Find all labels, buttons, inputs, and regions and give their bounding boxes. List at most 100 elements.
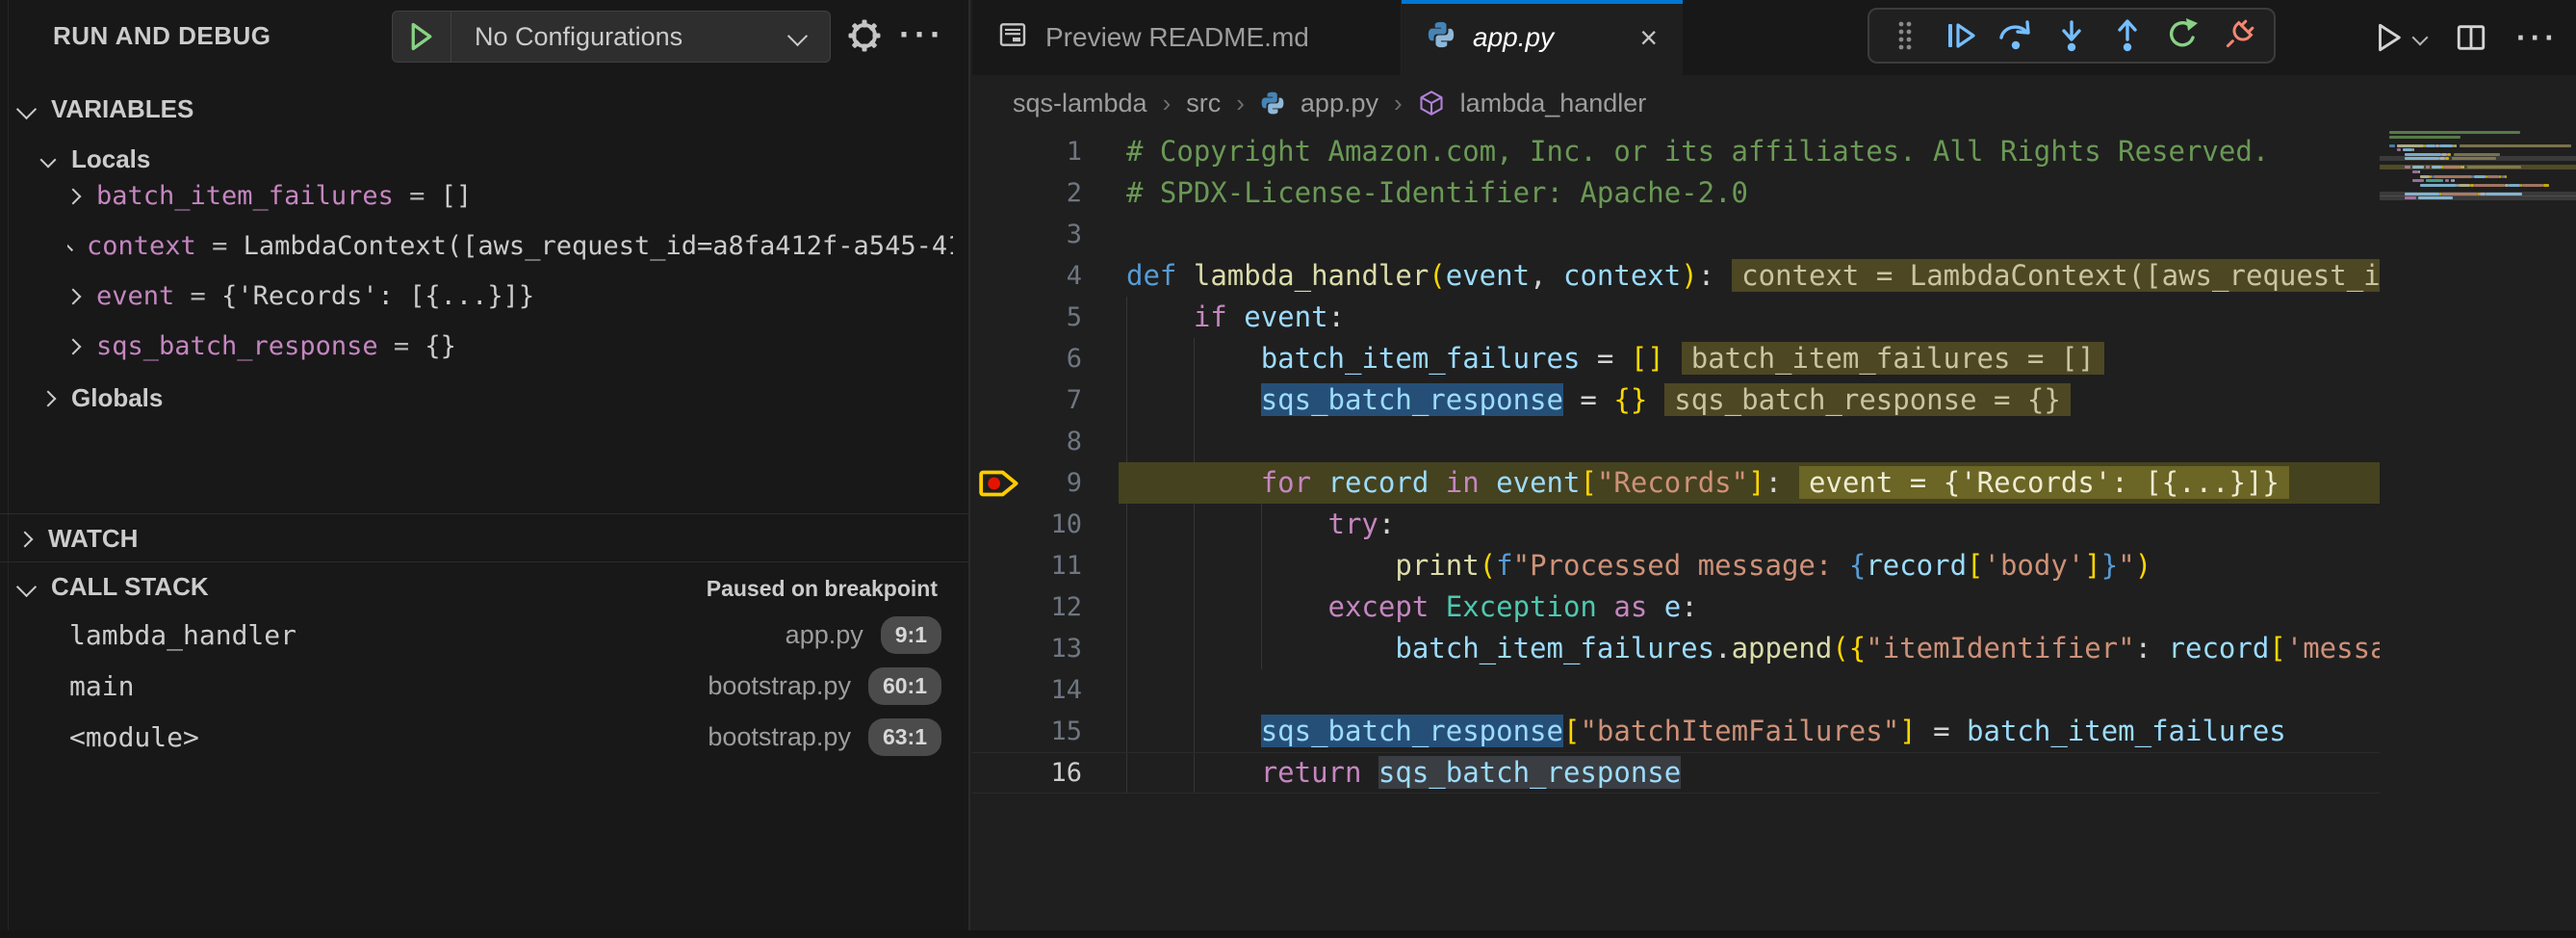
line-number: 11 [1027,545,1082,586]
breadcrumb-item[interactable]: src [1186,89,1221,118]
variable-row[interactable]: event = {'Records': [{...}]} [67,281,953,311]
paused-status-badge: Paused on breakpoint [707,576,938,602]
breakpoint-gutter[interactable] [972,338,1027,379]
code-text: def lambda_handler(event, context):conte… [1119,255,2380,297]
breakpoint-gutter[interactable] [972,669,1027,711]
code-text: sqs_batch_response = {}sqs_batch_respons… [1119,379,2380,421]
code-text: sqs_batch_response["batchItemFailures"] … [1119,711,2380,752]
code-text [1119,421,2380,462]
code-line-15[interactable]: 15 sqs_batch_response["batchItemFailures… [972,711,2380,752]
code-text: batch_item_failures = []batch_item_failu… [1119,338,2380,379]
more-actions-icon[interactable]: ··· [2516,22,2559,53]
breakpoint-gutter[interactable] [972,131,1027,172]
line-number: 13 [1027,628,1082,669]
call-stack-section-header[interactable]: CALL STACK [19,572,209,602]
editor-area: Preview README.md app.py × [972,0,2576,938]
breakpoint-gutter[interactable] [972,628,1027,669]
breakpoint-gutter[interactable] [972,711,1027,752]
drag-handle-icon[interactable] [1882,13,1928,59]
step-out-icon[interactable] [2104,13,2151,59]
code-line-14[interactable]: 14 [972,669,2380,711]
breakpoint-gutter[interactable] [972,214,1027,255]
globals-group[interactable]: Globals [42,383,163,413]
line-number: 16 [1027,752,1082,794]
code-line-10[interactable]: 10 try: [972,504,2380,545]
code-editor[interactable]: 1# Copyright Amazon.com, Inc. or its aff… [972,131,2380,805]
variable-row[interactable]: sqs_batch_response = {} [67,331,953,361]
code-line-11[interactable]: 11 print(f"Processed message: {record['b… [972,545,2380,586]
code-line-2[interactable]: 2# SPDX-License-Identifier: Apache-2.0 [972,172,2380,214]
breadcrumb-item[interactable]: lambda_handler [1460,89,1647,118]
breakpoint-gutter[interactable] [972,255,1027,297]
breakpoint-gutter[interactable] [972,752,1027,794]
line-number: 15 [1027,711,1082,752]
variables-section-header[interactable]: VARIABLES [19,94,193,124]
step-into-icon[interactable] [2048,13,2095,59]
tab-preview-readme[interactable]: Preview README.md [972,0,1402,75]
code-text: # Copyright Amazon.com, Inc. or its affi… [1119,131,2380,172]
debug-toolbar [1868,8,2276,64]
line-number: 5 [1027,297,1082,338]
split-editor-icon[interactable] [2455,21,2487,54]
inline-debug-value: context = LambdaContext([aws_request_id=… [1732,259,2380,292]
section-divider [0,513,970,514]
stack-frame[interactable]: <module> bootstrap.py 63:1 [69,712,941,762]
code-line-8[interactable]: 8 [972,421,2380,462]
config-dropdown-label: No Configurations [475,22,683,52]
stack-frame[interactable]: main bootstrap.py 60:1 [69,661,941,711]
code-line-12[interactable]: 12 except Exception as e: [972,586,2380,628]
code-line-9[interactable]: 9 for record in event["Records"]:event =… [972,462,2380,504]
chevron-down-icon[interactable] [2412,30,2429,46]
code-line-5[interactable]: 5 if event: [972,297,2380,338]
breadcrumb-item[interactable]: app.py [1301,89,1378,118]
code-line-13[interactable]: 13 batch_item_failures.append({"itemIden… [972,628,2380,669]
code-line-16[interactable]: 16 return sqs_batch_response [972,752,2380,794]
stack-frame[interactable]: lambda_handler app.py 9:1 [69,610,941,660]
locals-group[interactable]: Locals [42,144,150,174]
chevron-right-icon [67,338,81,354]
code-text: # SPDX-License-Identifier: Apache-2.0 [1119,172,2380,214]
gear-icon[interactable] [845,16,884,60]
breakpoint-gutter[interactable] [972,379,1027,421]
step-over-icon[interactable] [1993,13,2039,59]
variable-row[interactable]: batch_item_failures = [] [67,181,953,211]
line-number: 6 [1027,338,1082,379]
code-line-7[interactable]: 7 sqs_batch_response = {}sqs_batch_respo… [972,379,2380,421]
breakpoint-gutter[interactable] [972,297,1027,338]
code-line-1[interactable]: 1# Copyright Amazon.com, Inc. or its aff… [972,131,2380,172]
disconnect-icon[interactable] [2215,13,2261,59]
views-more-actions-icon[interactable]: ··· [899,17,945,52]
start-debugging-icon[interactable] [393,12,451,62]
code-text: batch_item_failures.append({"itemIdentif… [1119,628,2380,669]
code-line-4[interactable]: 4def lambda_handler(event, context):cont… [972,255,2380,297]
continue-icon[interactable] [1938,13,1984,59]
chevron-right-icon [67,188,81,204]
line-col-badge: 9:1 [881,616,941,654]
close-icon[interactable]: × [1639,20,1658,56]
code-line-6[interactable]: 6 batch_item_failures = []batch_item_fai… [972,338,2380,379]
sidebar-title: RUN AND DEBUG [53,21,271,51]
breakpoint-gutter[interactable] [972,172,1027,214]
tab-app-py[interactable]: app.py × [1402,0,1683,75]
breakpoint-current-line-icon[interactable] [972,462,1027,504]
code-text [1119,214,2380,255]
breakpoint-gutter[interactable] [972,586,1027,628]
run-python-file-button[interactable] [2372,21,2426,54]
breakpoint-gutter[interactable] [972,504,1027,545]
line-col-badge: 63:1 [868,718,941,756]
breakpoint-gutter[interactable] [972,545,1027,586]
watch-section-header[interactable]: WATCH [19,524,138,554]
debug-config-dropdown[interactable]: No Configurations [392,11,831,63]
chevron-right-icon [17,531,34,547]
breakpoint-gutter[interactable] [972,421,1027,462]
line-number: 12 [1027,586,1082,628]
window-bottom-edge [0,930,2576,938]
chevron-right-icon [67,242,73,251]
code-line-3[interactable]: 3 [972,214,2380,255]
variable-row[interactable]: context = LambdaContext([aws_request_id=… [67,231,953,261]
restart-icon[interactable] [2159,13,2205,59]
minimap[interactable] [2380,131,2576,256]
line-number: 10 [1027,504,1082,545]
code-text [1119,669,2380,711]
breadcrumb-item[interactable]: sqs-lambda [1013,89,1147,118]
